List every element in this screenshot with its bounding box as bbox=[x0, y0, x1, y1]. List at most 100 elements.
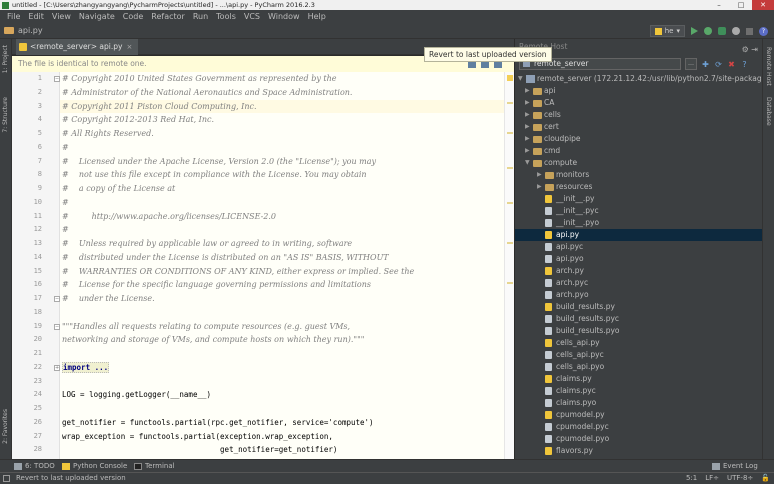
database-tool-tab[interactable]: Database bbox=[765, 97, 772, 126]
code-line[interactable] bbox=[62, 375, 514, 389]
menu-edit[interactable]: Edit bbox=[24, 10, 48, 23]
menu-code[interactable]: Code bbox=[119, 10, 147, 23]
chevron-right-icon[interactable]: ▶ bbox=[537, 169, 542, 181]
code-line[interactable]: import ... bbox=[62, 361, 514, 375]
close-tab-icon[interactable]: × bbox=[126, 43, 132, 51]
code-line[interactable]: # Copyright 2012-2013 Red Hat, Inc. bbox=[62, 113, 514, 127]
tree-file[interactable]: api.pyc bbox=[515, 241, 762, 253]
stripe-mark[interactable] bbox=[507, 102, 513, 104]
fold-marker-icon[interactable]: − bbox=[54, 296, 60, 302]
remote-host-tool-tab[interactable]: Remote Host bbox=[765, 47, 772, 86]
fold-marker-icon[interactable]: − bbox=[54, 76, 60, 82]
code-line[interactable]: networking and storage of VMs, and compu… bbox=[62, 333, 514, 347]
tree-folder[interactable]: ▶ cmd bbox=[515, 145, 762, 157]
code-area[interactable]: # Copyright 2010 United States Governmen… bbox=[62, 72, 502, 460]
tree-file[interactable]: claims.py bbox=[515, 373, 762, 385]
chevron-right-icon[interactable]: ▶ bbox=[525, 121, 530, 133]
code-line[interactable]: # Copyright 2011 Piston Cloud Computing,… bbox=[62, 100, 514, 114]
code-line[interactable]: # Copyright 2010 United States Governmen… bbox=[62, 72, 514, 86]
code-line[interactable]: # distributed under the License is distr… bbox=[62, 251, 514, 265]
maximize-button[interactable]: □ bbox=[730, 0, 752, 10]
tree-file[interactable]: flavors.py bbox=[515, 445, 762, 457]
stripe-mark[interactable] bbox=[507, 242, 513, 244]
code-line[interactable]: # Licensed under the Apache License, Ver… bbox=[62, 155, 514, 169]
menu-refactor[interactable]: Refactor bbox=[147, 10, 189, 23]
chevron-right-icon[interactable]: ▶ bbox=[525, 109, 530, 121]
tree-file[interactable]: cpumodel.pyc bbox=[515, 421, 762, 433]
tree-file[interactable]: api.py bbox=[515, 229, 762, 241]
tree-file[interactable]: claims.pyo bbox=[515, 397, 762, 409]
stripe-mark[interactable] bbox=[507, 282, 513, 284]
code-line[interactable]: # bbox=[62, 223, 514, 237]
code-line[interactable]: # License for the specific language gove… bbox=[62, 278, 514, 292]
fold-marker-icon[interactable]: − bbox=[54, 323, 60, 330]
favorites-tool-tab[interactable]: 2: Favorites bbox=[2, 409, 9, 444]
profile-icon[interactable] bbox=[732, 27, 740, 35]
code-line[interactable]: """Handles all requests relating to comp… bbox=[62, 320, 514, 334]
gear-icon[interactable]: ⚙ ⇥ bbox=[742, 42, 758, 58]
code-line[interactable]: # Unless required by applicable law or a… bbox=[62, 237, 514, 251]
menu-navigate[interactable]: Navigate bbox=[75, 10, 119, 23]
tree-file[interactable]: __init__.pyc bbox=[515, 205, 762, 217]
tree-file[interactable]: cpumodel.pyo bbox=[515, 433, 762, 445]
add-icon[interactable]: ✚ bbox=[701, 60, 710, 69]
stripe-mark[interactable] bbox=[507, 167, 513, 169]
code-line[interactable]: get_notifier = functools.partial(rpc.get… bbox=[62, 416, 514, 430]
minimize-button[interactable]: – bbox=[708, 0, 730, 10]
tree-root[interactable]: ▼ remote_server (172.21.12.42:/usr/lib/p… bbox=[515, 73, 762, 85]
code-line[interactable]: # bbox=[62, 196, 514, 210]
tree-file[interactable]: build_results.py bbox=[515, 301, 762, 313]
tree-folder[interactable]: ▶ cells bbox=[515, 109, 762, 121]
line-separator[interactable]: LF÷ bbox=[705, 473, 719, 484]
tree-file[interactable]: arch.pyc bbox=[515, 277, 762, 289]
delete-icon[interactable]: ✖ bbox=[727, 60, 736, 69]
chevron-right-icon[interactable]: ▶ bbox=[537, 181, 542, 193]
menu-vcs[interactable]: VCS bbox=[240, 10, 264, 23]
tree-folder[interactable]: ▶ monitors bbox=[515, 169, 762, 181]
lock-icon[interactable]: 🔓 bbox=[761, 473, 770, 484]
tree-folder[interactable]: ▶ api bbox=[515, 85, 762, 97]
refresh-icon[interactable]: ⟳ bbox=[714, 60, 723, 69]
tree-file[interactable]: __init__.pyo bbox=[515, 217, 762, 229]
stripe-mark[interactable] bbox=[507, 202, 513, 204]
coverage-icon[interactable] bbox=[718, 27, 726, 35]
run-config-select[interactable]: he ▾ bbox=[649, 25, 685, 37]
chevron-right-icon[interactable]: ▶ bbox=[525, 145, 530, 157]
fold-marker-icon[interactable]: + bbox=[54, 364, 60, 371]
tree-folder[interactable]: ▼ compute bbox=[515, 157, 762, 169]
code-line[interactable]: # bbox=[62, 141, 514, 155]
menu-run[interactable]: Run bbox=[189, 10, 212, 23]
chevron-right-icon[interactable]: ▶ bbox=[525, 97, 530, 109]
project-tool-tab[interactable]: 1: Project bbox=[2, 45, 9, 73]
tree-file[interactable]: build_results.pyc bbox=[515, 313, 762, 325]
code-line[interactable]: wrap_exception = functools.partial(excep… bbox=[62, 430, 514, 444]
folded-imports[interactable]: import ... bbox=[62, 361, 110, 373]
tree-file[interactable]: arch.py bbox=[515, 265, 762, 277]
menu-window[interactable]: Window bbox=[264, 10, 304, 23]
code-line[interactable] bbox=[62, 306, 514, 320]
menu-tools[interactable]: Tools bbox=[212, 10, 240, 23]
tree-folder[interactable]: ▶ cert bbox=[515, 121, 762, 133]
code-line[interactable] bbox=[62, 347, 514, 361]
server-dropdown-button[interactable]: … bbox=[685, 58, 697, 70]
tree-file[interactable]: arch.pyo bbox=[515, 289, 762, 301]
close-window-button[interactable]: ✕ bbox=[752, 0, 774, 10]
file-encoding[interactable]: UTF-8÷ bbox=[727, 473, 753, 484]
chevron-down-icon[interactable]: ▼ bbox=[525, 157, 530, 169]
breadcrumb-file[interactable]: api.py bbox=[18, 26, 43, 35]
menu-help[interactable]: Help bbox=[304, 10, 330, 23]
code-line[interactable]: # under the License. bbox=[62, 292, 514, 306]
tree-file[interactable]: cells_api.py bbox=[515, 337, 762, 349]
help-icon[interactable]: ? bbox=[740, 60, 749, 69]
code-line[interactable]: # WARRANTIES OR CONDITIONS OF ANY KIND, … bbox=[62, 265, 514, 279]
tree-file[interactable]: build_results.pyo bbox=[515, 325, 762, 337]
menu-view[interactable]: View bbox=[48, 10, 75, 23]
stripe-mark[interactable] bbox=[507, 132, 513, 134]
code-editor[interactable]: 1 2 3 4 5 6 7 8 9 10 11 12 13 14 15 16 17 18 19 20 21 22 23 24 2… bbox=[12, 72, 514, 460]
help-icon[interactable]: ? bbox=[759, 26, 768, 36]
editor-tab-api[interactable]: <remote_server> api.py × bbox=[16, 39, 139, 55]
code-line[interactable]: get_notifier=get_notifier) bbox=[62, 443, 514, 457]
tree-file[interactable]: __init__.py bbox=[515, 193, 762, 205]
tree-folder[interactable]: ▶ CA bbox=[515, 97, 762, 109]
tree-file[interactable]: cpumodel.py bbox=[515, 409, 762, 421]
